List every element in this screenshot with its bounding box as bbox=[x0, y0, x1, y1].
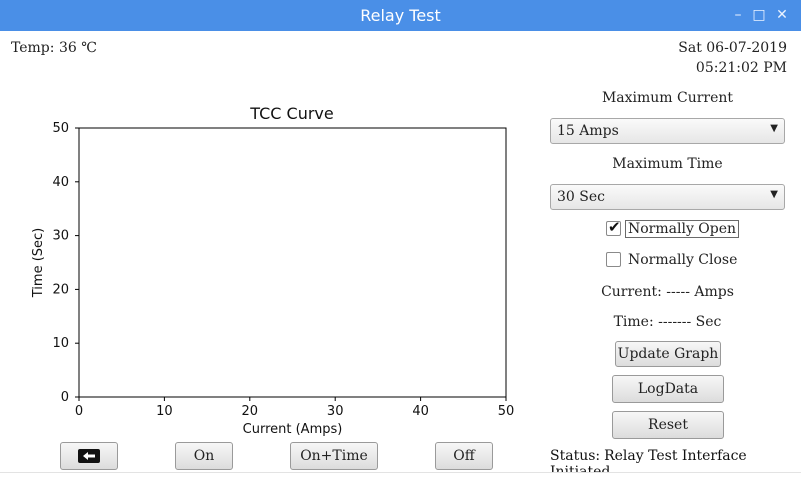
x-tick-label: 10 bbox=[156, 404, 173, 419]
on-time-button[interactable]: On+Time bbox=[290, 442, 378, 470]
reset-button[interactable]: Reset bbox=[612, 411, 724, 439]
max-current-value: 15 Amps bbox=[557, 123, 619, 139]
normally-open-label[interactable]: Normally Open bbox=[625, 220, 740, 238]
y-tick-label: 30 bbox=[52, 229, 69, 244]
max-current-label: Maximum Current bbox=[601, 90, 734, 106]
maximize-icon[interactable]: □ bbox=[749, 5, 769, 25]
date-readout: Sat 06-07-2019 bbox=[678, 40, 787, 56]
y-tick-label: 50 bbox=[52, 121, 69, 136]
chevron-down-icon: ▼ bbox=[770, 123, 778, 134]
y-axis-label: Time (Sec) bbox=[31, 228, 46, 299]
title-bar: Relay Test – □ ✕ bbox=[0, 0, 801, 31]
y-tick-label: 0 bbox=[61, 390, 69, 405]
close-icon[interactable]: ✕ bbox=[772, 5, 792, 25]
x-tick-label: 0 bbox=[75, 404, 83, 419]
arrow-left-icon bbox=[78, 449, 100, 463]
on-button[interactable]: On bbox=[175, 442, 233, 470]
x-tick-label: 20 bbox=[242, 404, 259, 419]
time-readout-panel: Time: ------- Sec bbox=[613, 314, 722, 330]
normally-close-label[interactable]: Normally Close bbox=[626, 252, 739, 268]
normally-open-checkbox[interactable]: ✔ bbox=[606, 218, 621, 236]
max-time-select[interactable]: 30 Sec ▼ bbox=[550, 184, 785, 210]
x-tick-label: 40 bbox=[412, 404, 429, 419]
time-readout: 05:21:02 PM bbox=[695, 60, 787, 76]
y-tick-label: 40 bbox=[52, 175, 69, 190]
temperature-readout: Temp: 36 ℃ bbox=[11, 40, 97, 56]
back-button[interactable] bbox=[60, 442, 118, 470]
max-current-select[interactable]: 15 Amps ▼ bbox=[550, 118, 785, 144]
max-time-label: Maximum Time bbox=[612, 156, 723, 172]
window-title: Relay Test bbox=[360, 6, 441, 25]
current-readout: Current: ----- Amps bbox=[601, 284, 734, 300]
normally-close-checkbox[interactable] bbox=[606, 252, 621, 267]
minimize-icon[interactable]: – bbox=[728, 5, 748, 25]
x-axis-label: Current (Amps) bbox=[243, 422, 343, 437]
tcc-chart: TCC Curve 0 10 20 30 40 50 0 10 20 30 40 50 Curren… bbox=[31, 104, 514, 437]
chart-title: TCC Curve bbox=[249, 104, 333, 123]
x-tick-label: 50 bbox=[498, 404, 515, 419]
chevron-down-icon: ▼ bbox=[770, 189, 778, 200]
y-tick-label: 10 bbox=[52, 336, 69, 351]
log-data-button[interactable]: LogData bbox=[612, 375, 724, 403]
update-graph-button[interactable]: Update Graph bbox=[615, 341, 721, 367]
off-button[interactable]: Off bbox=[435, 442, 493, 470]
x-tick-label: 30 bbox=[327, 404, 344, 419]
bottom-strip bbox=[0, 472, 801, 485]
x-axis: 0 10 20 30 40 50 bbox=[75, 397, 514, 419]
max-time-value: 30 Sec bbox=[557, 189, 605, 205]
y-tick-label: 20 bbox=[52, 282, 69, 297]
checkmark-icon: ✔ bbox=[608, 218, 621, 236]
plot-area bbox=[78, 127, 507, 398]
y-axis: 0 10 20 30 40 50 bbox=[52, 121, 79, 405]
status-label: Status: bbox=[550, 448, 601, 464]
